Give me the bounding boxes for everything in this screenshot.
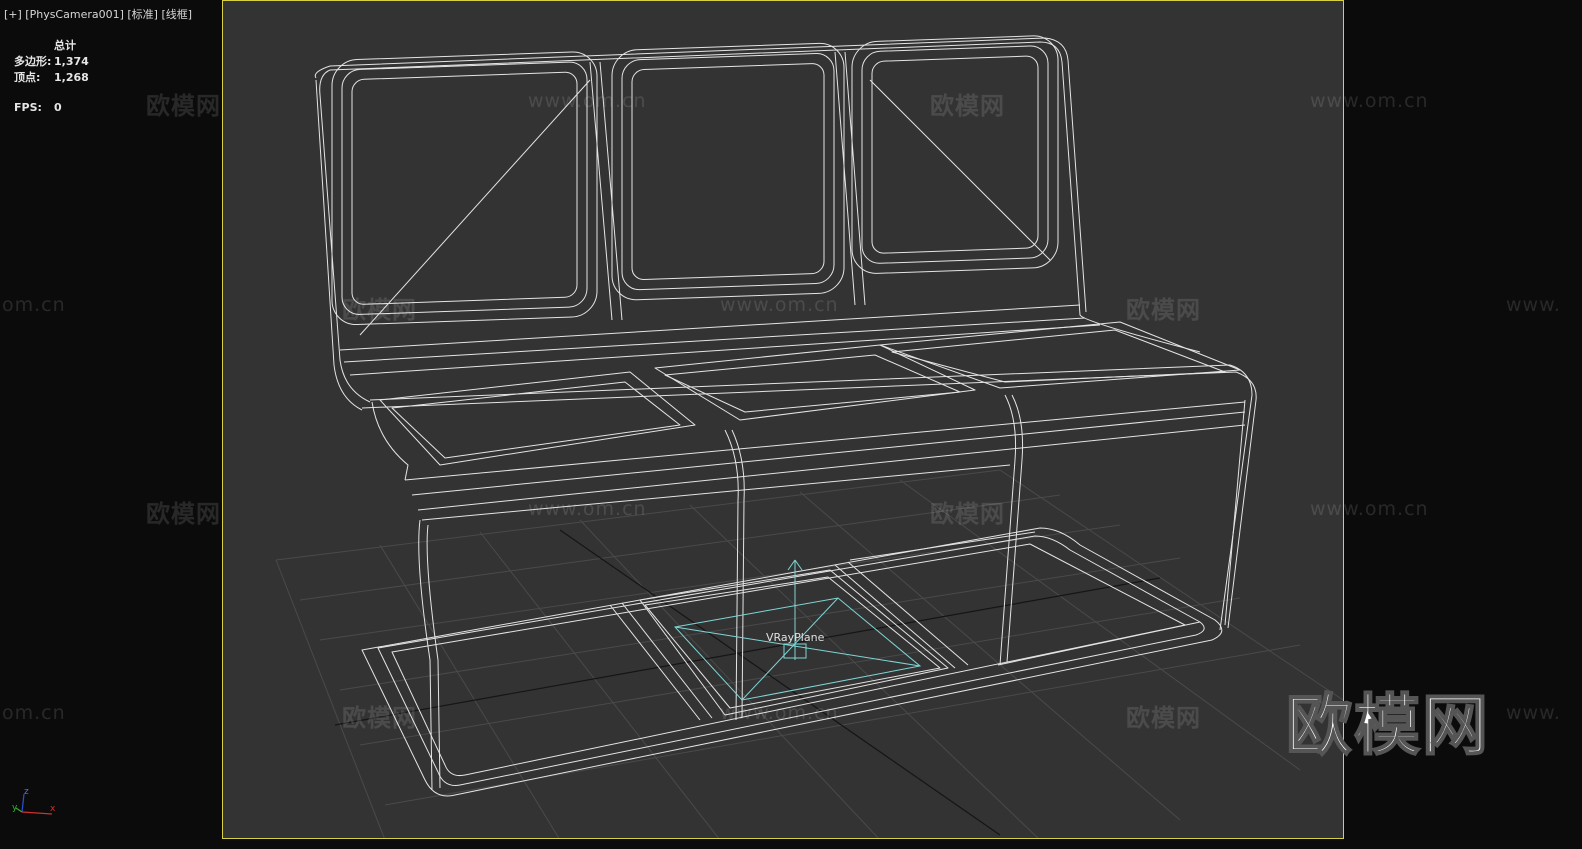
watermark-brand: 欧模网 <box>930 500 1005 528</box>
watermark-url: om.cn <box>2 702 66 724</box>
watermark-url: www.om.cn <box>720 294 839 316</box>
watermark-url: www. <box>1506 294 1561 316</box>
watermark-brand: 欧模网 <box>1126 296 1201 324</box>
axis-gizmo-icon: x z y <box>12 787 56 815</box>
watermark-url: www.om.cn <box>528 90 647 112</box>
watermark-brand: 欧模网 <box>146 500 221 528</box>
watermark-url: www.om.cn <box>1310 90 1429 112</box>
gizmo-y-label: y <box>12 803 18 813</box>
watermark-url: www.om.cn <box>1310 498 1429 520</box>
watermark-url: www. <box>1506 702 1561 724</box>
brand-logo: 欧模网 <box>1285 686 1490 765</box>
watermark-brand: 欧模网 <box>342 704 417 732</box>
watermark-url: om.cn <box>2 294 66 316</box>
watermark-url: www.om.cn <box>720 702 839 724</box>
bench-wireframe <box>314 35 1257 797</box>
watermark-brand: 欧模网 <box>1126 704 1201 732</box>
gizmo-x-label: x <box>50 804 56 814</box>
watermark-brand: 欧模网 <box>930 92 1005 120</box>
watermark-brand: 欧模网 <box>146 92 221 120</box>
grid-axes <box>334 529 1161 836</box>
home-grid <box>275 469 1343 838</box>
gizmo-z-label: z <box>24 787 29 797</box>
vrayplane-label: VRayPlane <box>766 631 825 644</box>
watermark-url: www.om.cn <box>528 498 647 520</box>
watermark-brand: 欧模网 <box>342 296 417 324</box>
